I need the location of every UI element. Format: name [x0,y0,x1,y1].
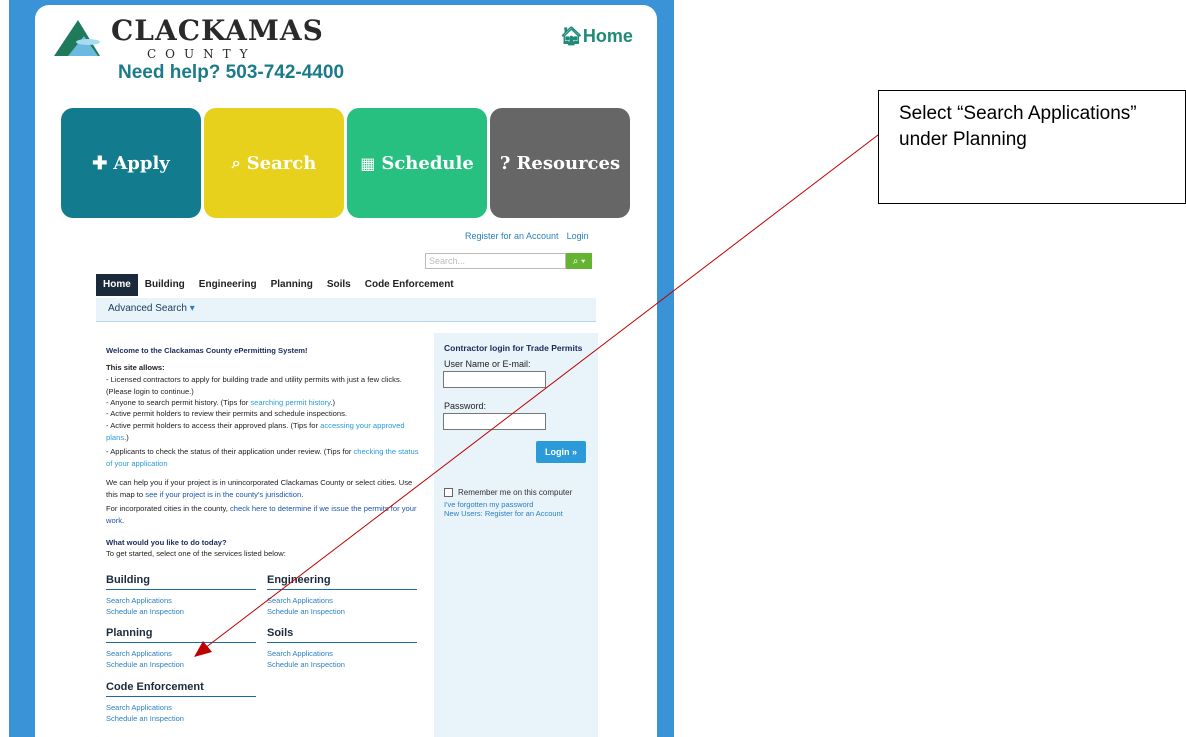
service-code-enforcement: Code Enforcement Search Applications Sch… [106,681,256,724]
forgot-password-link[interactable]: I've forgotten my password [444,500,563,509]
search-tile[interactable]: ⌕ Search [204,108,344,218]
allows-heading: This site allows: [106,363,165,372]
question-icon: ? [499,152,511,174]
search-label: Search [246,152,317,174]
search-input[interactable]: Search... [425,253,566,269]
mountain-logo-icon [54,20,100,56]
allows-line5: - Applicants to check the status of thei… [106,446,426,469]
county-logo[interactable]: CLACKAMAS COUNTY [54,14,323,64]
engineering-search-applications-link[interactable]: Search Applications [267,595,417,606]
calendar-icon: ▦ [360,153,376,173]
account-help-links: I've forgotten my password New Users: Re… [444,500,563,518]
service-heading: Engineering [267,574,417,590]
code-search-applications-link[interactable]: Search Applications [106,702,256,713]
schedule-tile[interactable]: ▦ Schedule [347,108,487,218]
chevron-down-icon: ▾ [189,303,195,314]
service-planning: Planning Search Applications Schedule an… [106,627,256,670]
login-panel-title: Contractor login for Trade Permits [444,343,583,353]
schedule-label: Schedule [381,152,474,174]
building-schedule-inspection-link[interactable]: Schedule an Inspection [106,606,256,617]
engineering-schedule-inspection-link[interactable]: Schedule an Inspection [267,606,417,617]
main-nav: Home Building Engineering Planning Soils… [96,274,461,296]
advanced-search-link[interactable]: Advanced Search [108,303,187,314]
password-label: Password: [444,401,487,411]
line4-pre: - Active permit holders to access their … [106,421,321,430]
password-field[interactable] [443,413,546,430]
login-link[interactable]: Login [567,231,589,241]
search-icon: ⌕ [231,153,241,172]
planning-schedule-inspection-link[interactable]: Schedule an Inspection [106,659,256,670]
allows-line1: - Licensed contractors to apply for buil… [106,375,402,396]
service-heading: Soils [267,627,417,643]
allows-line3: - Active permit holders to review their … [106,409,348,418]
map-post: . [301,489,304,499]
remember-me[interactable]: Remember me on this computer [444,488,572,497]
service-heading: Building [106,574,256,590]
tab-soils[interactable]: Soils [320,274,358,296]
search-icon: ⌕ ▾ [572,255,586,267]
logo-sub: COUNTY [147,47,257,61]
login-button[interactable]: Login » [536,441,586,463]
service-heading: Code Enforcement [106,681,256,697]
jurisdiction-link[interactable]: see if your project is in the county's j… [145,490,301,499]
apply-label: Apply [113,152,170,174]
soils-search-applications-link[interactable]: Search Applications [267,648,417,659]
cities-post: . [122,515,125,525]
help-phone: Need help? 503-742-4400 [118,62,345,83]
service-building: Building Search Applications Schedule an… [106,574,256,617]
building-search-applications-link[interactable]: Search Applications [106,595,256,606]
cities-pre: For incorporated cities in the county, [106,504,230,513]
plus-icon: ✚ [92,152,108,174]
planning-search-applications-link[interactable]: Search Applications [106,648,256,659]
tab-planning[interactable]: Planning [264,274,320,296]
remember-label: Remember me on this computer [458,488,573,497]
logo-name: CLACKAMAS [111,14,324,47]
cities-text: For incorporated cities in the county, c… [106,503,426,526]
instruction-callout: Select “Search Applications” under Plann… [878,90,1186,204]
line2-post: .) [330,398,336,407]
line5-pre: - Applicants to check the status of thei… [106,447,354,456]
register-link[interactable]: Register for an Account [465,231,559,241]
advanced-search-bar: Advanced Search ▾ [96,298,596,322]
username-field[interactable] [443,371,546,388]
account-links: Register for an Account Login [465,231,597,241]
map-text: We can help you if your project is in un… [106,477,426,500]
search-button[interactable]: ⌕ ▾ [566,253,592,269]
allows-line2: - Anyone to search permit history. (Tips… [106,397,426,409]
tab-code-enforcement[interactable]: Code Enforcement [358,274,461,296]
tab-home[interactable]: Home [96,274,138,296]
welcome-title: Welcome to the Clackamas County ePermitt… [106,346,308,355]
username-label: User Name or E-mail: [444,359,531,369]
line4-post: .) [124,432,129,442]
todo-title: What would you like to do today? [106,538,227,547]
new-users-register-link[interactable]: New Users: Register for an Account [444,509,563,518]
welcome-panel: Welcome to the Clackamas County ePermitt… [96,333,426,737]
apply-tile[interactable]: ✚ Apply [61,108,201,218]
tab-building[interactable]: Building [138,274,192,296]
search-history-link[interactable]: searching permit history [250,398,330,407]
code-schedule-inspection-link[interactable]: Schedule an Inspection [106,713,256,724]
tab-engineering[interactable]: Engineering [192,274,264,296]
home-link[interactable]: 🏠︎Home [560,26,633,47]
home-icon: 🏠︎ [560,26,583,46]
soils-schedule-inspection-link[interactable]: Schedule an Inspection [267,659,417,670]
home-label: Home [582,26,633,46]
resources-label: Resources [516,152,621,174]
service-engineering: Engineering Search Applications Schedule… [267,574,417,617]
todo-sub: To get started, select one of the servic… [106,549,286,558]
service-heading: Planning [106,627,256,643]
service-soils: Soils Search Applications Schedule an In… [267,627,417,670]
allows-line4: - Active permit holders to access their … [106,420,426,443]
remember-checkbox[interactable] [444,488,453,497]
line2-pre: - Anyone to search permit history. (Tips… [106,398,251,407]
resources-tile[interactable]: ? Resources [490,108,630,218]
login-panel: Contractor login for Trade Permits User … [434,333,598,737]
